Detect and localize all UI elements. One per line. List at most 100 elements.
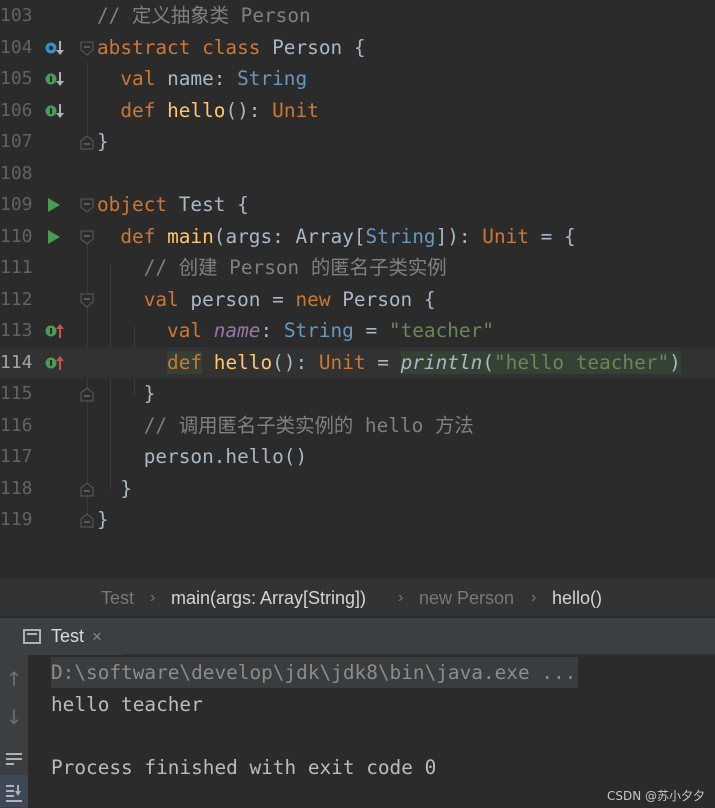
code-editor[interactable]: 103 // 定义抽象类 Person 104 abstract class Pers… xyxy=(0,0,715,578)
code-token: val xyxy=(143,287,191,311)
code-token: person.hello() xyxy=(97,445,308,468)
code-line[interactable]: 110 def main(args: Array[String]): Unit … xyxy=(0,221,715,253)
code-line[interactable]: 111 // 创建 Person 的匿名子类实例 xyxy=(0,252,715,284)
line-number: 119 xyxy=(0,509,33,530)
scroll-to-end-icon[interactable] xyxy=(0,775,28,807)
code-token: Unit xyxy=(482,224,529,248)
code-text: def hello(): Unit xyxy=(97,95,319,127)
implemented-icon[interactable] xyxy=(44,39,66,57)
code-token: = xyxy=(365,350,401,374)
line-number: 103 xyxy=(0,5,33,26)
line-number: 113 xyxy=(0,320,33,341)
tab-label: Test xyxy=(51,626,85,646)
code-line[interactable]: 118 } xyxy=(0,473,715,505)
run-icon[interactable] xyxy=(44,228,66,246)
implemented-icon[interactable] xyxy=(44,102,66,120)
code-text: def main(args: Array[String]): Unit = { xyxy=(97,221,576,253)
code-line[interactable]: 113 val name: String = "teacher" xyxy=(0,315,715,347)
code-token: ( xyxy=(482,350,494,374)
line-number: 106 xyxy=(0,99,33,121)
arrow-up-icon[interactable]: ↑ xyxy=(0,663,28,695)
close-icon[interactable]: × xyxy=(92,618,102,655)
code-text: // 创建 Person 的匿名子类实例 xyxy=(97,252,447,284)
code-token: } xyxy=(97,130,109,153)
breadcrumb-item-hello[interactable]: hello() xyxy=(552,579,602,617)
console-output-line: hello teacher xyxy=(51,693,203,716)
fold-open-icon[interactable] xyxy=(80,230,94,245)
code-line[interactable]: 107} xyxy=(0,126,715,158)
console-output[interactable]: D:\software\develop\jdk\jdk8\bin\java.ex… xyxy=(28,655,715,808)
breadcrumb-item-main[interactable]: main(args: Array[String]) xyxy=(171,579,366,617)
fold-open-icon[interactable] xyxy=(80,293,94,308)
code-token: Person { xyxy=(342,287,436,311)
code-line[interactable]: 114 def hello(): Unit = println("hello t… xyxy=(0,346,715,379)
breadcrumb-item-test[interactable]: Test xyxy=(101,579,134,617)
code-token: // 创建 Person 的匿名子类实例 xyxy=(143,256,447,279)
console-icon xyxy=(23,629,41,644)
code-token: new xyxy=(295,287,343,311)
code-line[interactable]: 109 object Test { xyxy=(0,189,715,221)
implements-icon[interactable] xyxy=(44,322,66,340)
code-token: hello xyxy=(213,350,273,374)
code-token: : xyxy=(260,319,284,342)
code-token: ) xyxy=(669,350,681,374)
code-text: def hello(): Unit = println("hello teach… xyxy=(97,347,681,379)
code-token: object xyxy=(97,193,179,216)
code-token: Test { xyxy=(178,193,249,216)
code-token: Unit xyxy=(272,98,319,122)
fold-end-icon[interactable] xyxy=(80,135,94,150)
watermark: CSDN @苏小夕夕 xyxy=(606,789,705,803)
code-text: val person = new Person { xyxy=(97,284,436,316)
line-number: 111 xyxy=(0,257,33,278)
breadcrumb-separator: › xyxy=(398,589,404,606)
code-line[interactable]: 108 xyxy=(0,158,715,190)
code-text: val name: String = "teacher" xyxy=(97,315,494,347)
console-command-line[interactable]: D:\software\develop\jdk\jdk8\bin\java.ex… xyxy=(51,657,579,688)
code-token: "hello teacher" xyxy=(494,350,670,374)
code-token: String xyxy=(237,67,308,90)
line-number: 116 xyxy=(0,414,33,436)
code-line[interactable]: 112 val person = new Person { xyxy=(0,284,715,316)
code-text: } xyxy=(97,504,109,536)
code-line[interactable]: 103 // 定义抽象类 Person xyxy=(0,0,715,32)
code-line[interactable]: 106 def hello(): Unit xyxy=(0,95,715,127)
code-line[interactable]: 117 person.hello() xyxy=(0,441,715,473)
line-number: 104 xyxy=(0,36,33,58)
fold-end-icon[interactable] xyxy=(80,387,94,402)
code-text: val name: String xyxy=(97,63,307,95)
fold-open-icon[interactable] xyxy=(80,41,94,56)
code-token: // 调用匿名子类实例的 hello 方法 xyxy=(143,413,474,437)
code-token: Person { xyxy=(272,35,366,59)
fold-open-icon[interactable] xyxy=(80,198,94,213)
code-token: = { xyxy=(528,224,576,248)
fold-end-icon[interactable] xyxy=(80,481,94,497)
arrow-down-icon[interactable]: ↓ xyxy=(0,701,28,733)
code-line[interactable]: 115 } xyxy=(0,378,715,410)
code-text: } xyxy=(97,378,156,410)
line-number: 115 xyxy=(0,383,33,404)
implemented-icon[interactable] xyxy=(44,70,66,88)
code-token: (): xyxy=(225,98,273,122)
code-token: } xyxy=(97,382,156,405)
tab-test[interactable]: Test × xyxy=(0,618,124,655)
line-number: 117 xyxy=(0,446,33,467)
code-token: def xyxy=(120,224,168,248)
code-token: hello xyxy=(167,98,226,122)
line-number: 108 xyxy=(0,162,33,184)
code-text: } xyxy=(97,126,109,158)
soft-wrap-icon[interactable] xyxy=(0,741,28,773)
code-text: // 调用匿名子类实例的 hello 方法 xyxy=(97,410,474,442)
code-line[interactable]: 116 // 调用匿名子类实例的 hello 方法 xyxy=(0,410,715,442)
fold-end-icon[interactable] xyxy=(80,513,94,528)
breadcrumb-item-new-person[interactable]: new Person xyxy=(419,579,514,617)
run-icon[interactable] xyxy=(44,196,66,214)
implements-icon[interactable] xyxy=(44,354,66,372)
code-token: // 定义抽象类 Person xyxy=(97,4,311,27)
code-line[interactable]: 104 abstract class Person { xyxy=(0,32,715,64)
code-line[interactable]: 119} xyxy=(0,504,715,536)
code-line[interactable]: 105 val name: String xyxy=(0,63,715,95)
line-number: 114 xyxy=(0,351,33,373)
